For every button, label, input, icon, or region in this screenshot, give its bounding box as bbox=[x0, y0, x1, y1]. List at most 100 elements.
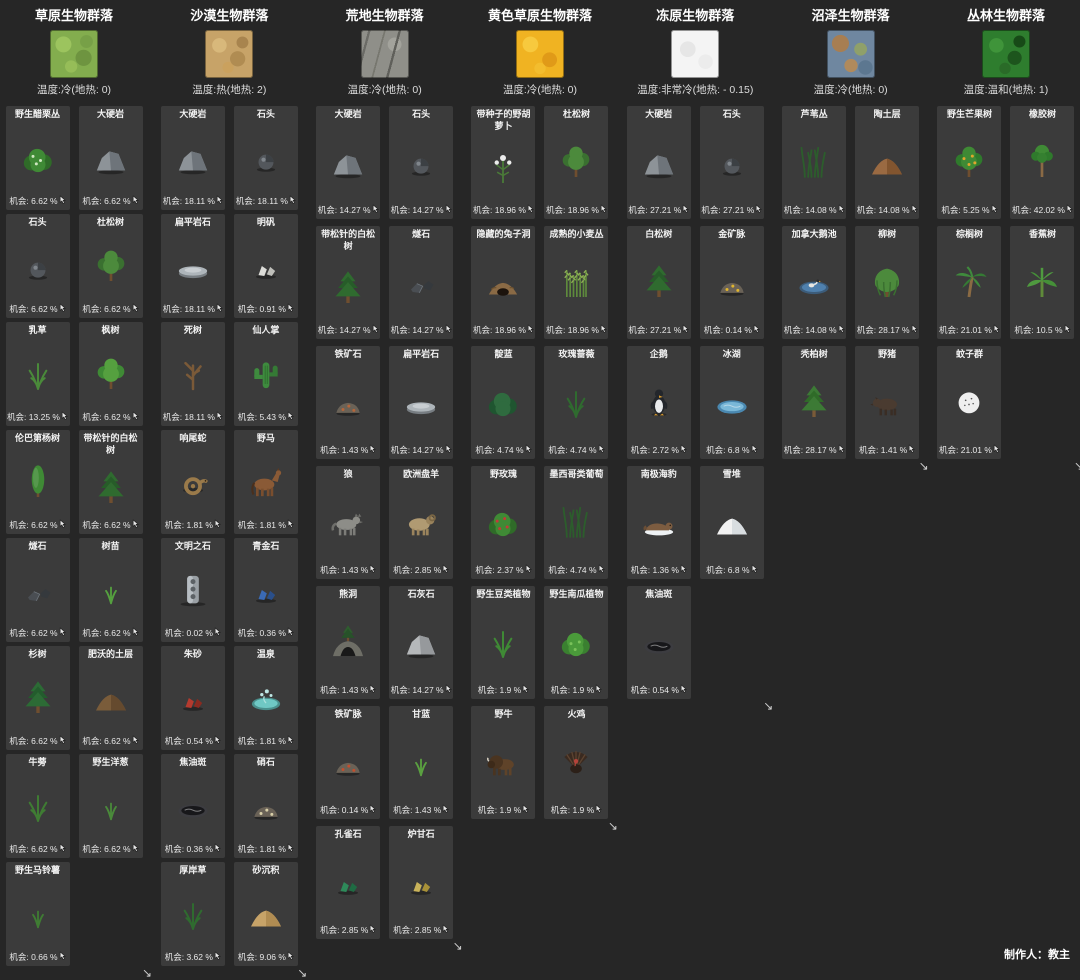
item-card[interactable]: 牛蒡机会: 6.62 % bbox=[6, 754, 70, 858]
wild-carrot-icon bbox=[473, 132, 533, 204]
item-card[interactable]: 文明之石机会: 0.02 % bbox=[161, 538, 225, 642]
item-card[interactable]: 玫瑰蔷薇机会: 4.74 % bbox=[544, 346, 608, 459]
item-card[interactable]: 成熟的小麦丛机会: 18.96 % bbox=[544, 226, 608, 339]
item-card[interactable]: 乳草机会: 13.25 % bbox=[6, 322, 70, 426]
item-card[interactable]: 石灰石机会: 14.27 % bbox=[389, 586, 453, 699]
item-card[interactable]: 野猪机会: 1.41 % bbox=[855, 346, 919, 459]
item-card[interactable]: 狼机会: 1.43 % bbox=[316, 466, 380, 579]
item-card[interactable]: 南极海豹机会: 1.36 % bbox=[627, 466, 691, 579]
resize-handle-icon[interactable]: ↘ bbox=[1074, 460, 1080, 472]
item-card[interactable]: 欧洲盘羊机会: 2.85 % bbox=[389, 466, 453, 579]
item-card[interactable]: 温泉机会: 1.81 % bbox=[234, 646, 298, 750]
item-card[interactable]: 炉甘石机会: 2.85 % bbox=[389, 826, 453, 939]
biome-title: 荒地生物群落 bbox=[314, 0, 456, 24]
item-card[interactable]: 扁平岩石机会: 18.11 % bbox=[161, 214, 225, 318]
item-card[interactable]: 芦苇丛机会: 14.08 % bbox=[782, 106, 846, 219]
item-card[interactable]: 仙人掌机会: 5.43 % bbox=[234, 322, 298, 426]
item-card[interactable]: 厚岸草机会: 3.62 % bbox=[161, 862, 225, 966]
resize-handle-icon[interactable]: ↘ bbox=[919, 460, 929, 472]
item-card[interactable]: 伦巴第杨树机会: 6.62 % bbox=[6, 430, 70, 534]
item-card[interactable]: 野生洋葱机会: 6.62 % bbox=[79, 754, 143, 858]
item-card[interactable]: 扁平岩石机会: 14.27 % bbox=[389, 346, 453, 459]
item-card[interactable]: 明矾机会: 0.91 % bbox=[234, 214, 298, 318]
squash-plant-icon bbox=[546, 601, 606, 684]
item-card[interactable]: 焦油斑机会: 0.36 % bbox=[161, 754, 225, 858]
item-card[interactable]: 硝石机会: 1.81 % bbox=[234, 754, 298, 858]
item-card[interactable]: 甘蓝机会: 1.43 % bbox=[389, 706, 453, 819]
item-card[interactable]: 香蕉树机会: 10.5 % bbox=[1010, 226, 1074, 339]
item-card[interactable]: 肥沃的土层机会: 6.62 % bbox=[79, 646, 143, 750]
item-card[interactable]: 孔雀石机会: 2.85 % bbox=[316, 826, 380, 939]
item-card[interactable]: 石头机会: 6.62 % bbox=[6, 214, 70, 318]
item-card[interactable]: 树苗机会: 6.62 % bbox=[79, 538, 143, 642]
item-card[interactable]: 铁矿脉机会: 0.14 % bbox=[316, 706, 380, 819]
item-card[interactable]: 野生马铃薯机会: 0.66 % bbox=[6, 862, 70, 966]
item-card[interactable]: 金矿脉机会: 0.14 % bbox=[700, 226, 764, 339]
cursor-icon bbox=[1066, 204, 1073, 216]
item-card[interactable]: 燧石机会: 6.62 % bbox=[6, 538, 70, 642]
item-chance: 机会: 1.9 % bbox=[551, 804, 594, 816]
item-card[interactable]: 火鸡机会: 1.9 % bbox=[544, 706, 608, 819]
item-card[interactable]: 杜松树机会: 6.62 % bbox=[79, 214, 143, 318]
item-card[interactable]: 死树机会: 18.11 % bbox=[161, 322, 225, 426]
item-card[interactable]: 野马机会: 1.81 % bbox=[234, 430, 298, 534]
item-card[interactable]: 杉树机会: 6.62 % bbox=[6, 646, 70, 750]
item-card[interactable]: 柳树机会: 28.17 % bbox=[855, 226, 919, 339]
item-card[interactable]: 焦油斑机会: 0.54 % bbox=[627, 586, 691, 699]
item-card[interactable]: 橡胶树机会: 42.02 % bbox=[1010, 106, 1074, 219]
item-card[interactable]: 熊洞机会: 1.43 % bbox=[316, 586, 380, 699]
item-chance: 机会: 0.66 % bbox=[9, 951, 57, 963]
item-card[interactable]: 带松针的白松树机会: 6.62 % bbox=[79, 430, 143, 534]
item-card[interactable]: 大硬岩机会: 18.11 % bbox=[161, 106, 225, 210]
rattlesnake-icon bbox=[163, 445, 223, 519]
item-card[interactable]: 大硬岩机会: 6.62 % bbox=[79, 106, 143, 210]
item-card[interactable]: 铁矿石机会: 1.43 % bbox=[316, 346, 380, 459]
item-card[interactable]: 靛蓝机会: 4.74 % bbox=[471, 346, 535, 459]
soil-mound-icon bbox=[81, 661, 141, 735]
item-card[interactable]: 加拿大鹅池机会: 14.08 % bbox=[782, 226, 846, 339]
cursor-icon bbox=[289, 195, 296, 207]
item-card[interactable]: 朱砂机会: 0.54 % bbox=[161, 646, 225, 750]
item-card[interactable]: 杜松树机会: 18.96 % bbox=[544, 106, 608, 219]
item-card[interactable]: 棕榈树机会: 21.01 % bbox=[937, 226, 1001, 339]
item-card[interactable]: 蚊子群机会: 21.01 % bbox=[937, 346, 1001, 459]
item-card[interactable]: 野牛机会: 1.9 % bbox=[471, 706, 535, 819]
item-card[interactable]: 秃柏树机会: 28.17 % bbox=[782, 346, 846, 459]
resize-handle-icon[interactable]: ↘ bbox=[608, 820, 618, 832]
cursor-icon bbox=[372, 204, 379, 216]
terrain-swatch bbox=[827, 30, 875, 78]
item-card[interactable]: 石头机会: 27.21 % bbox=[700, 106, 764, 219]
item-card[interactable]: 野生芒果树机会: 5.25 % bbox=[937, 106, 1001, 219]
item-card[interactable]: 白松树机会: 27.21 % bbox=[627, 226, 691, 339]
resize-handle-icon[interactable]: ↘ bbox=[142, 967, 152, 979]
cursor-icon bbox=[214, 735, 221, 747]
item-card[interactable]: 石头机会: 18.11 % bbox=[234, 106, 298, 210]
item-card[interactable]: 带松针的白松树机会: 14.27 % bbox=[316, 226, 380, 339]
item-card[interactable]: 响尾蛇机会: 1.81 % bbox=[161, 430, 225, 534]
item-card[interactable]: 带种子的野胡萝卜机会: 18.96 % bbox=[471, 106, 535, 219]
item-card[interactable]: 陶土层机会: 14.08 % bbox=[855, 106, 919, 219]
item-card[interactable]: 野生豆类植物机会: 1.9 % bbox=[471, 586, 535, 699]
item-card[interactable]: 野生醋栗丛机会: 6.62 % bbox=[6, 106, 70, 210]
hot-spring-icon bbox=[236, 661, 296, 735]
item-card[interactable]: 雪堆机会: 6.8 % bbox=[700, 466, 764, 579]
item-card[interactable]: 墨西哥类葡萄机会: 4.74 % bbox=[544, 466, 608, 579]
item-card[interactable]: 青金石机会: 0.36 % bbox=[234, 538, 298, 642]
item-card[interactable]: 野玫瑰机会: 2.37 % bbox=[471, 466, 535, 579]
item-card[interactable]: 燧石机会: 14.27 % bbox=[389, 226, 453, 339]
item-card[interactable]: 石头机会: 14.27 % bbox=[389, 106, 453, 219]
item-card[interactable]: 大硬岩机会: 27.21 % bbox=[627, 106, 691, 219]
item-card[interactable]: 隐藏的兔子洞机会: 18.96 % bbox=[471, 226, 535, 339]
resize-handle-icon[interactable]: ↘ bbox=[763, 700, 773, 712]
item-card[interactable]: 砂沉积机会: 9.06 % bbox=[234, 862, 298, 966]
item-card[interactable]: 冰湖机会: 6.8 % bbox=[700, 346, 764, 459]
biome-title: 沙漠生物群落 bbox=[158, 0, 300, 24]
item-card[interactable]: 枫树机会: 6.62 % bbox=[79, 322, 143, 426]
resize-handle-icon[interactable]: ↘ bbox=[453, 940, 463, 952]
flat-rock-icon bbox=[163, 229, 223, 303]
resize-handle-icon[interactable]: ↘ bbox=[297, 967, 307, 979]
item-card[interactable]: 大硬岩机会: 14.27 % bbox=[316, 106, 380, 219]
item-card[interactable]: 野生南瓜植物机会: 1.9 % bbox=[544, 586, 608, 699]
item-name: 石头 bbox=[28, 217, 46, 229]
item-card[interactable]: 企鹅机会: 2.72 % bbox=[627, 346, 691, 459]
